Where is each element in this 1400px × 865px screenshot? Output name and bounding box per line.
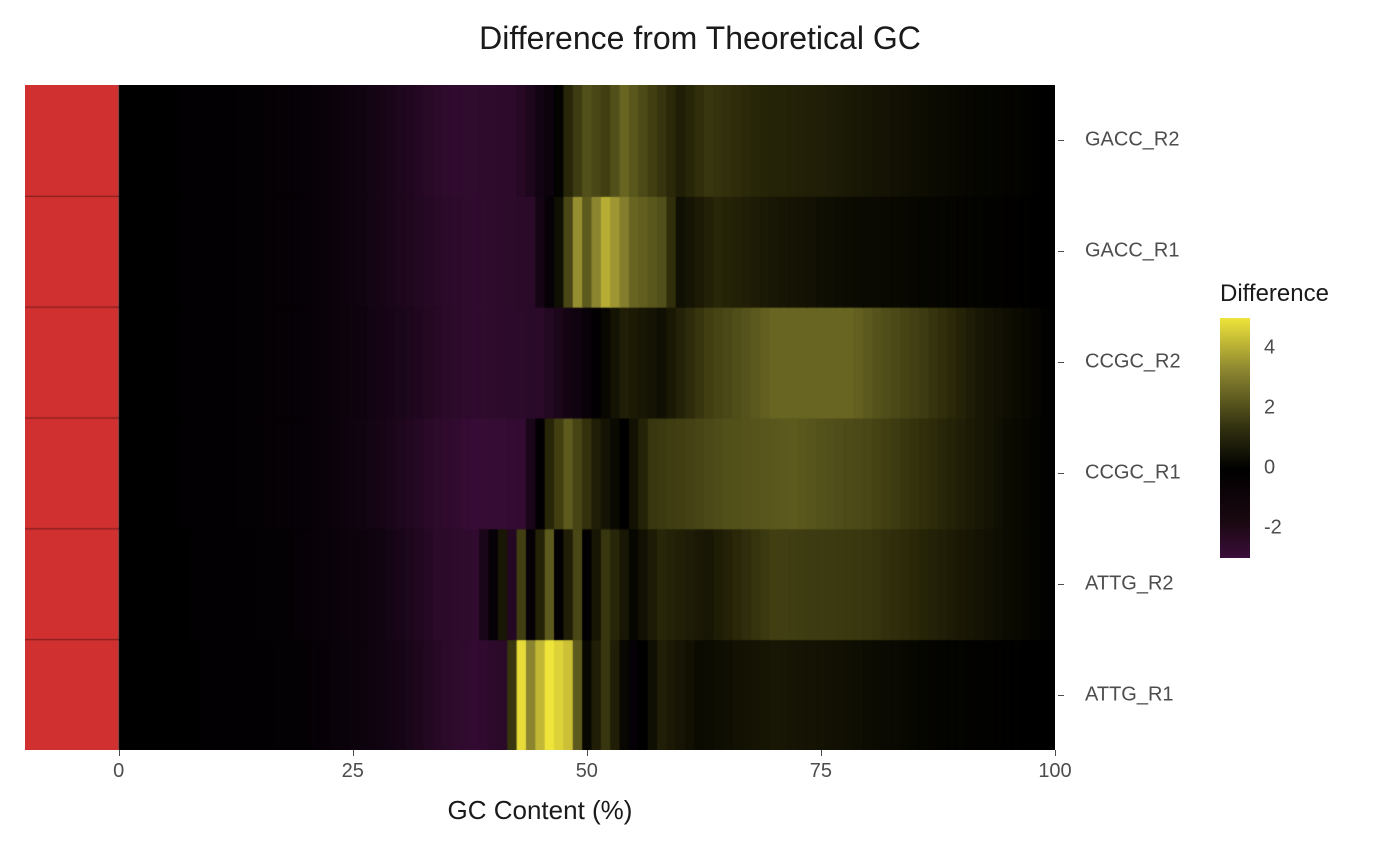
y-tick-label: GACC_R1 xyxy=(1085,240,1179,263)
y-tick-label: CCGC_R1 xyxy=(1085,461,1181,484)
x-tick-mark xyxy=(587,750,588,756)
y-tick-mark xyxy=(1058,584,1064,585)
heatmap-canvas xyxy=(25,85,1055,750)
x-tick-label: 100 xyxy=(1038,760,1071,783)
y-tick-label: GACC_R2 xyxy=(1085,129,1179,152)
legend-title: Difference xyxy=(1220,280,1380,308)
y-tick-label: ATTG_R1 xyxy=(1085,683,1174,706)
legend-tick xyxy=(1250,468,1256,469)
x-axis-ticks: 0255075100 xyxy=(25,760,1055,790)
y-tick-mark xyxy=(1058,362,1064,363)
legend-tick xyxy=(1250,408,1256,409)
y-tick-mark xyxy=(1058,251,1064,252)
color-legend: Difference -2024 xyxy=(1220,280,1380,558)
x-tick-label: 50 xyxy=(576,760,598,783)
legend-tick xyxy=(1250,348,1256,349)
legend-tick-label: 4 xyxy=(1264,337,1275,360)
x-tick-label: 75 xyxy=(810,760,832,783)
legend-tick-label: 0 xyxy=(1264,457,1275,480)
x-tick-mark xyxy=(821,750,822,756)
chart-title: Difference from Theoretical GC xyxy=(0,20,1400,57)
x-axis-label: GC Content (%) xyxy=(25,795,1055,826)
legend-colorbar: -2024 xyxy=(1220,318,1250,558)
y-tick-mark xyxy=(1058,695,1064,696)
heatmap-plot-area xyxy=(25,85,1055,750)
x-tick-mark xyxy=(119,750,120,756)
legend-tick-label: -2 xyxy=(1264,517,1282,540)
x-tick-mark xyxy=(353,750,354,756)
y-tick-mark xyxy=(1058,473,1064,474)
y-tick-label: CCGC_R2 xyxy=(1085,351,1181,374)
legend-tick xyxy=(1250,528,1256,529)
x-tick-mark xyxy=(1055,750,1056,756)
y-tick-label: ATTG_R2 xyxy=(1085,572,1174,595)
x-tick-label: 0 xyxy=(113,760,124,783)
x-tick-label: 25 xyxy=(342,760,364,783)
y-tick-mark xyxy=(1058,140,1064,141)
legend-tick-label: 2 xyxy=(1264,397,1275,420)
